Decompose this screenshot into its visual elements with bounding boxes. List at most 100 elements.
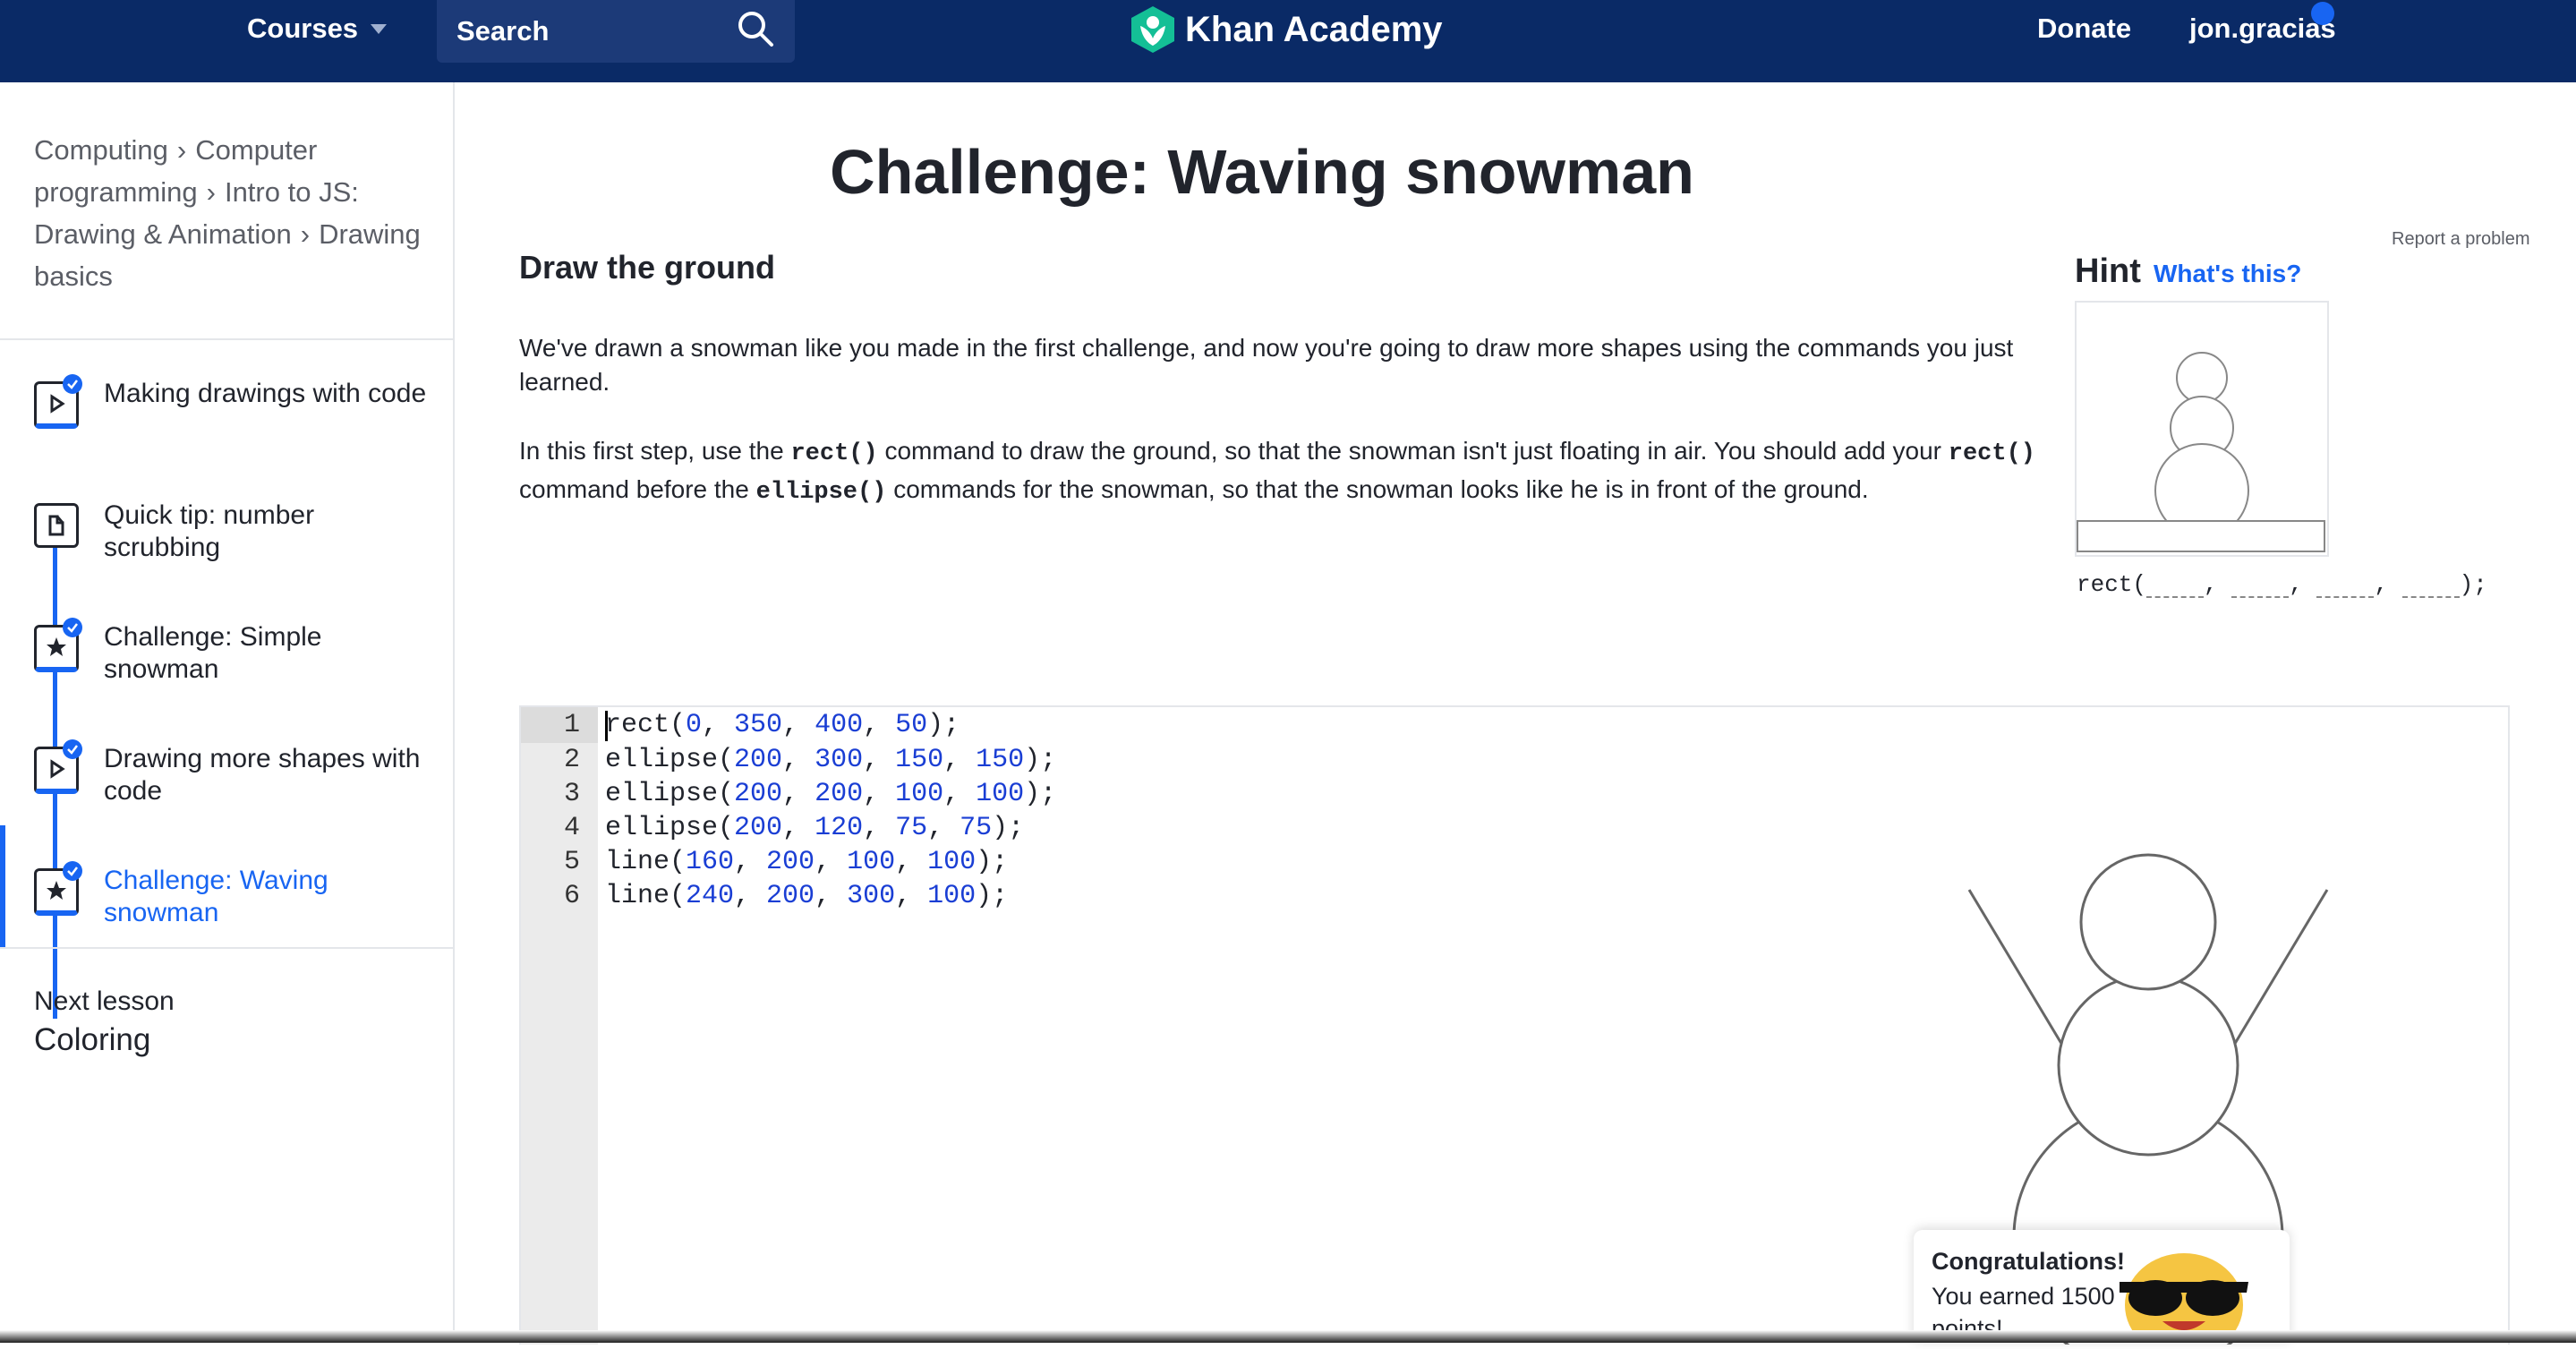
lesson-label: Making drawings with code <box>104 379 427 408</box>
code-editor[interactable]: 1 2 3 4 5 6 rect(0, 350, 400, 50); ellip… <box>519 705 1794 1345</box>
lesson-label: Challenge: Waving snowman <box>104 866 328 927</box>
code-number: 120 <box>815 813 864 843</box>
code-number: 200 <box>815 779 864 809</box>
report-problem-link[interactable]: Report a problem <box>2392 229 2530 250</box>
next-lesson-label: Next lesson <box>34 986 175 1016</box>
search-box[interactable] <box>437 0 795 63</box>
lesson-item-active[interactable]: Challenge: Waving snowman <box>0 850 453 958</box>
code-fn: line( <box>605 847 687 877</box>
page-title: Challenge: Waving snowman <box>830 137 1694 207</box>
lesson-item[interactable]: Drawing more shapes with code <box>0 729 453 836</box>
code-number: 400 <box>815 710 864 740</box>
whats-this-link[interactable]: What's this? <box>2154 260 2301 288</box>
donate-link[interactable]: Donate <box>2037 0 2131 57</box>
chevron-down-icon <box>371 23 388 34</box>
code-line[interactable]: ellipse(200, 200, 100, 100); <box>605 777 1056 811</box>
document-icon <box>34 503 79 548</box>
code-number: 200 <box>734 745 783 775</box>
code-number: 100 <box>847 847 896 877</box>
lesson-label: Quick tip: number scrubbing <box>104 500 315 562</box>
instruction-text: command to draw the ground, so that the … <box>877 437 1949 465</box>
hint-code-suffix: ); <box>2459 571 2487 598</box>
code-number: 100 <box>927 881 977 911</box>
checkmark-icon <box>63 739 82 759</box>
checkmark-icon <box>63 618 82 637</box>
chevron-right-icon: › <box>300 218 311 250</box>
code-number: 100 <box>976 779 1025 809</box>
hint-label: Hint <box>2075 252 2141 290</box>
lesson-label: Challenge: Simple snowman <box>104 622 322 684</box>
inline-code: rect() <box>790 440 878 467</box>
hint-blank <box>2316 576 2375 598</box>
code-number: 200 <box>734 779 783 809</box>
code-number: 100 <box>927 847 977 877</box>
toast-title: Congratulations! <box>1932 1248 2125 1275</box>
next-lesson-link[interactable]: Coloring <box>34 1022 150 1058</box>
cool-mascot-icon <box>2120 1253 2248 1343</box>
inline-code: ellipse() <box>755 479 887 506</box>
code-number: 200 <box>734 813 783 843</box>
lesson-item[interactable]: Challenge: Simple snowman <box>0 607 453 714</box>
search-icon[interactable] <box>736 9 775 48</box>
code-line[interactable]: ellipse(200, 120, 75, 75); <box>605 811 1024 845</box>
line-number: 4 <box>563 813 580 843</box>
code-number: 350 <box>734 710 783 740</box>
code-fn: ellipse( <box>605 813 735 843</box>
checkmark-icon <box>63 374 82 394</box>
breadcrumb-item[interactable]: Computing <box>34 134 168 166</box>
code-number: 0 <box>686 710 703 740</box>
courses-label: Courses <box>247 13 359 44</box>
lesson-sidebar: Computing › Computer programming › Intro to … <box>0 82 455 1343</box>
hint-code-prefix: rect( <box>2077 571 2147 598</box>
line-number: 2 <box>563 745 580 775</box>
code-number: 75 <box>895 813 928 843</box>
line-number: 1 <box>521 707 598 743</box>
checkmark-icon <box>63 861 82 881</box>
code-number: 200 <box>766 847 815 877</box>
inline-code: rect() <box>1948 440 2035 467</box>
lesson-label: Drawing more shapes with code <box>104 744 421 806</box>
instruction-text: commands for the snowman, so that the sn… <box>886 475 1869 503</box>
code-number: 240 <box>686 881 735 911</box>
code-fn: ellipse( <box>605 779 735 809</box>
code-line[interactable]: rect(0, 350, 400, 50); <box>605 707 960 743</box>
code-fn: line( <box>605 881 687 911</box>
chevron-right-icon: › <box>176 134 187 166</box>
hint-code: rect(, , , ); <box>2077 571 2487 598</box>
breadcrumb: Computing › Computer programming › Intro to … <box>34 129 428 297</box>
code-number: 300 <box>847 881 896 911</box>
notification-dot[interactable] <box>2311 2 2334 25</box>
hint-blank <box>2146 576 2205 598</box>
hint-code-sep: , <box>2289 571 2303 598</box>
instruction-text: command before the <box>519 475 756 503</box>
khan-logo-icon <box>1131 6 1174 53</box>
lesson-item[interactable]: Quick tip: number scrubbing <box>0 485 453 593</box>
hint-blank <box>2401 576 2460 598</box>
text-cursor <box>605 711 608 741</box>
lesson-item[interactable]: Making drawings with code <box>0 363 453 471</box>
line-number: 3 <box>563 779 580 809</box>
khan-academy-logo[interactable]: Khan Academy <box>1130 2 1443 57</box>
code-fn: ellipse( <box>605 745 735 775</box>
instruction-text: In this first step, use the <box>519 437 791 465</box>
code-line[interactable]: line(240, 200, 300, 100); <box>605 879 1008 913</box>
code-number: 300 <box>815 745 864 775</box>
line-number: 5 <box>563 847 580 877</box>
hint-code-sep: , <box>2374 571 2389 598</box>
step-title: Draw the ground <box>519 249 775 286</box>
logo-text: Khan Academy <box>1185 9 1443 49</box>
code-number: 150 <box>895 745 944 775</box>
code-number: 200 <box>766 881 815 911</box>
chevron-right-icon: › <box>206 176 216 208</box>
hint-preview-image <box>2075 301 2329 557</box>
challenge-instructions: In this first step, use the rect() comma… <box>519 433 2041 510</box>
courses-menu-button[interactable]: Courses <box>247 0 388 57</box>
divider <box>0 338 453 340</box>
window-bottom-edge <box>0 1330 2576 1343</box>
code-line[interactable]: ellipse(200, 300, 150, 150); <box>605 743 1056 777</box>
code-line[interactable]: line(160, 200, 100, 100); <box>605 845 1008 879</box>
divider <box>0 947 453 949</box>
points-toast[interactable]: Congratulations! You earned 1500 points! <box>1914 1230 2290 1343</box>
line-number: 6 <box>563 881 580 911</box>
search-input[interactable] <box>455 14 727 48</box>
